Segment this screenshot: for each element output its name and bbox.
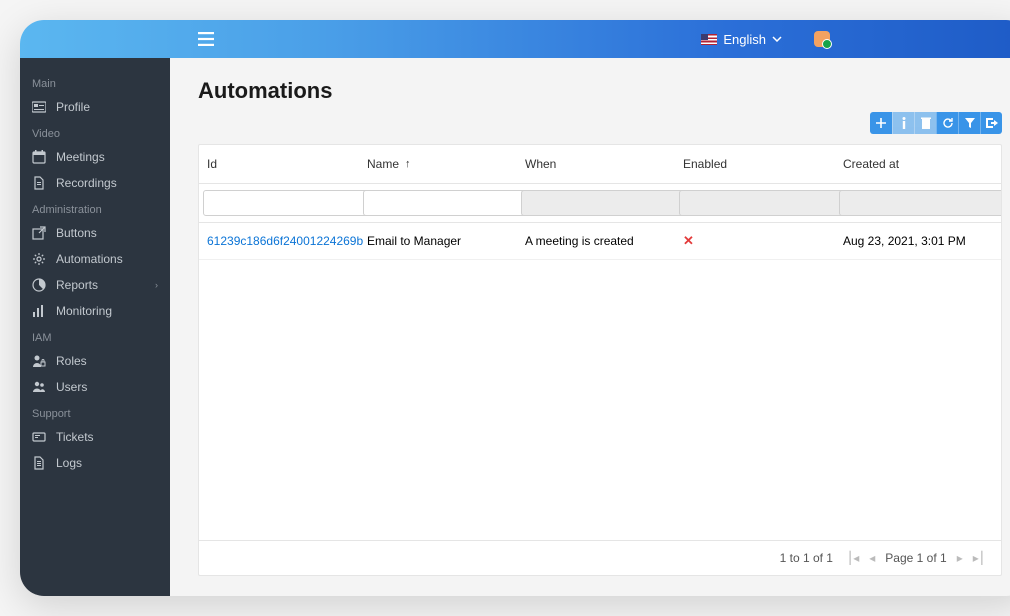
language-label: English [723, 32, 766, 47]
column-header-enabled[interactable]: Enabled [675, 145, 835, 183]
filter-icon [965, 118, 975, 128]
column-header-name[interactable]: Name↑ [359, 145, 517, 183]
sidebar-item-profile[interactable]: Profile [20, 94, 170, 120]
sidebar-item-logs[interactable]: Logs [20, 450, 170, 476]
sidebar-item-roles[interactable]: Roles [20, 348, 170, 374]
sidebar-section-label: Support [20, 404, 170, 424]
sidebar-item-tickets[interactable]: Tickets [20, 424, 170, 450]
app-window: English Main Profile Video Meetings Recordin… [20, 20, 1010, 596]
last-page-button[interactable]: ▸⎮ [973, 551, 985, 565]
sidebar-item-users[interactable]: Users [20, 374, 170, 400]
column-header-id[interactable]: Id [199, 145, 359, 183]
automations-table: Id Name↑ When Enabled Created at ▼ ▼ ▼ ▼… [198, 144, 1002, 576]
sidebar-item-recordings[interactable]: Recordings [20, 170, 170, 196]
column-header-when[interactable]: When [517, 145, 675, 183]
row-when: A meeting is created [525, 234, 634, 248]
info-icon [902, 117, 906, 129]
sidebar-section-label: Video [20, 124, 170, 144]
main-area: Main Profile Video Meetings Recordings Admini… [20, 58, 1010, 596]
sidebar-item-label: Users [56, 380, 87, 394]
users-icon [32, 380, 46, 394]
export-button[interactable] [980, 112, 1002, 134]
chart-icon [32, 278, 46, 292]
filter-input-id[interactable] [203, 190, 372, 216]
sidebar-item-automations[interactable]: Automations [20, 246, 170, 272]
us-flag-icon [701, 34, 717, 45]
first-page-button[interactable]: ⎮◂ [847, 551, 859, 565]
filter-input-name[interactable] [363, 190, 532, 216]
card-icon [32, 100, 46, 114]
info-button[interactable] [892, 112, 914, 134]
sidebar-item-label: Profile [56, 100, 90, 114]
content: Automations Id Name↑ When Enabled [170, 58, 1010, 596]
sidebar-item-label: Meetings [56, 150, 105, 164]
ticket-icon [32, 430, 46, 444]
bars-icon [32, 304, 46, 318]
lock-user-icon [32, 354, 46, 368]
sidebar: Main Profile Video Meetings Recordings Admini… [20, 58, 170, 596]
filter-button[interactable] [958, 112, 980, 134]
sidebar-item-label: Automations [56, 252, 123, 266]
next-page-button[interactable]: ▸ [957, 551, 963, 565]
gear-icon [32, 252, 46, 266]
refresh-button[interactable] [936, 112, 958, 134]
pager: ⎮◂ ◂ Page 1 of 1 ▸ ▸⎮ [847, 551, 985, 565]
filter-input-enabled [679, 190, 848, 216]
hamburger-icon [198, 32, 214, 46]
delete-button[interactable] [914, 112, 936, 134]
pagination-range: 1 to 1 of 1 [780, 551, 833, 565]
add-button[interactable] [870, 112, 892, 134]
table-footer: 1 to 1 of 1 ⎮◂ ◂ Page 1 of 1 ▸ ▸⎮ [199, 540, 1001, 575]
filter-input-created [839, 190, 1002, 216]
sidebar-item-label: Buttons [56, 226, 97, 240]
sidebar-item-meetings[interactable]: Meetings [20, 144, 170, 170]
plus-icon [876, 118, 886, 128]
sidebar-item-label: Roles [56, 354, 87, 368]
refresh-icon [942, 117, 954, 129]
top-bar: English [20, 20, 1010, 58]
page-title: Automations [198, 78, 1002, 104]
file-icon [32, 176, 46, 190]
sidebar-section-label: Main [20, 74, 170, 94]
sidebar-item-label: Logs [56, 456, 82, 470]
calendar-icon [32, 150, 46, 164]
sidebar-item-label: Monitoring [56, 304, 112, 318]
filter-row: ▼ ▼ ▼ ▼ ▼ [199, 184, 1001, 223]
sidebar-section-label: IAM [20, 328, 170, 348]
column-header-created[interactable]: Created at [835, 145, 1001, 183]
sidebar-item-label: Tickets [56, 430, 94, 444]
user-avatar[interactable] [814, 31, 830, 47]
language-selector[interactable]: English [701, 32, 782, 47]
table-header-row: Id Name↑ When Enabled Created at [199, 145, 1001, 184]
table-toolbar [198, 112, 1002, 134]
sidebar-item-label: Recordings [56, 176, 117, 190]
page-indicator: Page 1 of 1 [885, 551, 946, 565]
chevron-down-icon [772, 36, 782, 42]
sort-ascending-icon: ↑ [405, 158, 411, 170]
sidebar-item-label: Reports [56, 278, 98, 292]
prev-page-button[interactable]: ◂ [869, 551, 875, 565]
chevron-right-icon: › [155, 280, 158, 290]
disabled-x-icon: ✕ [683, 233, 694, 249]
export-icon [986, 118, 998, 128]
filter-input-when [521, 190, 690, 216]
sidebar-item-reports[interactable]: Reports › [20, 272, 170, 298]
sidebar-item-buttons[interactable]: Buttons [20, 220, 170, 246]
sidebar-item-monitoring[interactable]: Monitoring [20, 298, 170, 324]
table-row[interactable]: 61239c186d6f24001224269b Email to Manage… [199, 223, 1001, 260]
row-name: Email to Manager [367, 234, 461, 248]
row-created: Aug 23, 2021, 3:01 PM [843, 234, 966, 248]
external-icon [32, 226, 46, 240]
log-icon [32, 456, 46, 470]
sidebar-section-label: Administration [20, 200, 170, 220]
hamburger-menu-button[interactable] [198, 32, 214, 46]
row-id-link[interactable]: 61239c186d6f24001224269b [207, 234, 363, 248]
trash-icon [921, 117, 931, 129]
